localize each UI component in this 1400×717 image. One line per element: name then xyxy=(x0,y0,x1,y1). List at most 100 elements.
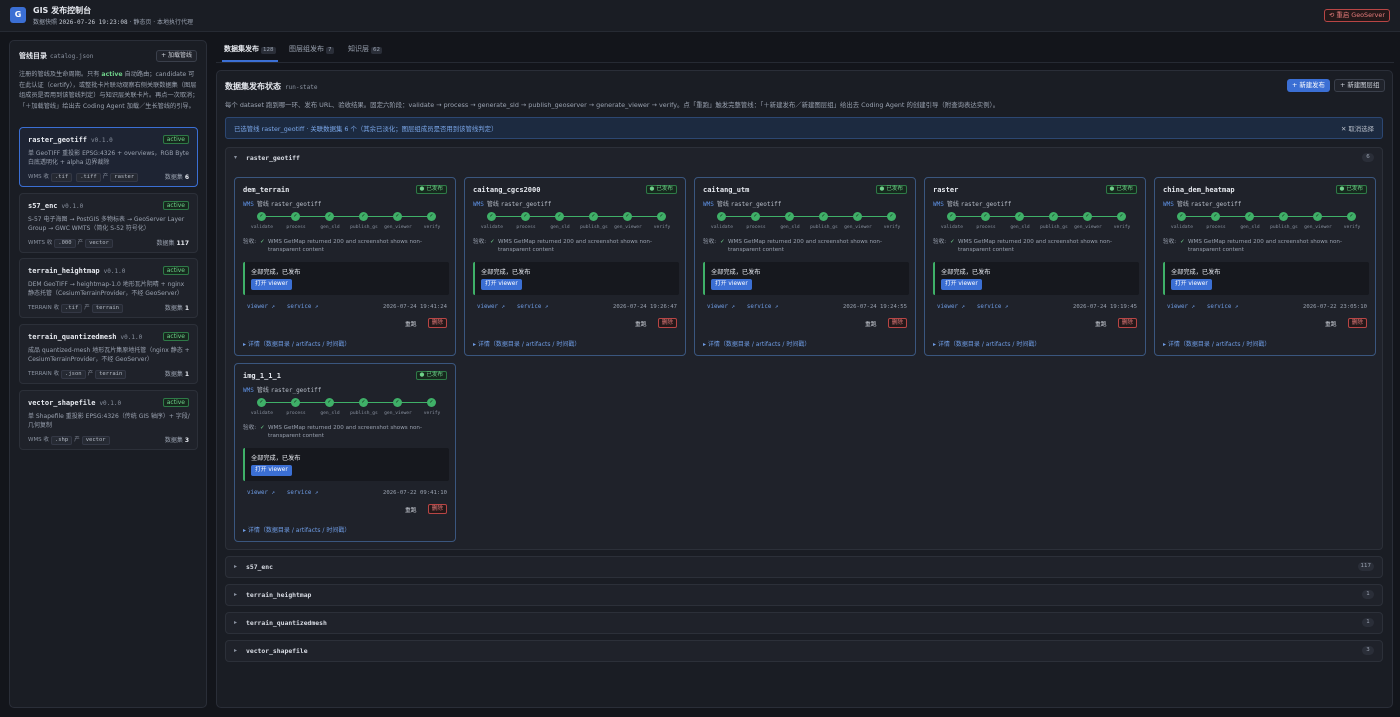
viewer-link[interactable]: viewer ↗ xyxy=(247,490,275,496)
service-link[interactable]: service ↗ xyxy=(287,490,318,496)
open-viewer-button[interactable]: 打开 viewer xyxy=(941,279,982,290)
dataset-status-badge: ● 已发布 xyxy=(875,185,907,194)
service-link[interactable]: service ↗ xyxy=(747,304,778,310)
group-raster_geotiff[interactable]: ▾ raster_geotiff 6 dem_terrain ● 已发布 WMS 管线 ra… xyxy=(225,147,1383,550)
stage-label: gen_sld xyxy=(1240,225,1260,230)
pipeline-version: v0.1.0 xyxy=(91,137,113,144)
delete-button[interactable]: 删除 xyxy=(427,504,447,514)
pipeline-card-terrain_heightmap[interactable]: terrain_heightmap v0.1.0 active DEM GeoTIFF… xyxy=(19,258,198,318)
pipeline-card-vector_shapefile[interactable]: vector_shapefile v0.1.0 active 单 Shapefile … xyxy=(19,390,198,450)
dataset-card-caitang_utm[interactable]: caitang_utm ● 已发布 WMS 管线 raster_geotiff ✓ val… xyxy=(694,177,916,356)
dataset-status-badge: ● 已发布 xyxy=(645,185,677,194)
details-toggle[interactable]: ▸ 详情（数据目录 / artifacts / 时间戳） xyxy=(1163,339,1270,348)
details-toggle[interactable]: ▸ 详情（数据目录 / artifacts / 时间戳） xyxy=(243,339,350,348)
viewer-link[interactable]: viewer ↗ xyxy=(707,304,735,310)
viewer-link[interactable]: viewer ↗ xyxy=(937,304,965,310)
main-subtitle: run-state xyxy=(285,84,318,91)
group-vector_shapefile[interactable]: ▸ vector_shapefile 3 xyxy=(225,640,1383,662)
dataset-card-dem_terrain[interactable]: dem_terrain ● 已发布 WMS 管线 raster_geotiff ✓ val… xyxy=(234,177,456,356)
dataset-links: viewer ↗ service ↗ xyxy=(1167,304,1250,310)
rerun-button[interactable]: 重跑 xyxy=(1095,319,1107,328)
tab-0[interactable]: 数据集发布 128 xyxy=(224,44,276,54)
check-icon: ✓ xyxy=(720,239,725,245)
group-terrain_quantizedmesh[interactable]: ▸ terrain_quantizedmesh 1 xyxy=(225,612,1383,634)
group-terrain_heightmap[interactable]: ▸ terrain_heightmap 1 xyxy=(225,584,1383,606)
sidebar-desc-active: active xyxy=(101,71,123,78)
service-link[interactable]: service ↗ xyxy=(287,304,318,310)
dataset-card-img_1_1_1[interactable]: img_1_1_1 ● 已发布 WMS 管线 raster_geotiff ✓ valid… xyxy=(234,363,456,542)
open-viewer-button[interactable]: 打开 viewer xyxy=(251,279,292,290)
caret-icon[interactable]: ▸ xyxy=(234,563,237,570)
new-publish-button[interactable]: + 新建发布 xyxy=(1287,79,1330,92)
pipeline-output-label: 产 xyxy=(77,240,84,246)
dataset-card-china_dem_heatmap[interactable]: china_dem_heatmap ● 已发布 WMS 管线 raster_geoti… xyxy=(1154,177,1376,356)
main-title-text: 数据集发布状态 xyxy=(225,82,281,91)
caret-icon[interactable]: ▸ xyxy=(234,619,237,626)
dataset-card-caitang_cgcs2000[interactable]: caitang_cgcs2000 ● 已发布 WMS 管线 raster_geotif… xyxy=(464,177,686,356)
pipeline-prefix: 管线 xyxy=(1176,201,1189,208)
group-name: raster_geotiff xyxy=(246,154,300,162)
viewer-link[interactable]: viewer ↗ xyxy=(247,304,275,310)
check-icon: ✓ xyxy=(1245,212,1254,221)
dataset-pipeline: WMS 管线 raster_geotiff xyxy=(933,199,1011,208)
details-toggle[interactable]: ▸ 详情（数据目录 / artifacts / 时间戳） xyxy=(933,339,1040,348)
check-icon: ✓ xyxy=(1347,212,1356,221)
dataset-count-label: 数据集 xyxy=(156,240,175,247)
open-viewer-button[interactable]: 打开 viewer xyxy=(711,279,752,290)
check-icon: ✓ xyxy=(359,398,368,407)
pipeline-version: v0.1.0 xyxy=(99,400,122,407)
group-count: 1 xyxy=(1362,618,1374,627)
pipeline-version: v0.1.0 xyxy=(120,334,143,341)
rerun-button[interactable]: 重跑 xyxy=(1325,319,1337,328)
viewer-link[interactable]: viewer ↗ xyxy=(1167,304,1195,310)
clear-selection-button[interactable]: ✕ 取消选择 xyxy=(1341,124,1374,133)
load-pipeline-button[interactable]: + 加载管线 xyxy=(156,50,197,62)
rerun-button[interactable]: 重跑 xyxy=(405,505,417,514)
details-toggle[interactable]: ▸ 详情（数据目录 / artifacts / 时间戳） xyxy=(473,339,580,348)
open-viewer-button[interactable]: 打开 viewer xyxy=(481,279,522,290)
new-layer-group-button[interactable]: + 新建图层组 xyxy=(1334,79,1386,92)
dataset-card-raster[interactable]: raster ● 已发布 WMS 管线 raster_geotiff ✓ validate… xyxy=(924,177,1146,356)
delete-button[interactable]: 删除 xyxy=(1347,318,1367,328)
open-viewer-button[interactable]: 打开 viewer xyxy=(1171,279,1212,290)
dataset-timestamp: 2026-07-24 19:26:47 xyxy=(613,304,677,310)
sidebar-title: 管线目录 xyxy=(19,52,47,60)
delete-button[interactable]: 删除 xyxy=(427,318,447,328)
delete-button[interactable]: 删除 xyxy=(1117,318,1137,328)
delete-button[interactable]: 删除 xyxy=(887,318,907,328)
service-link[interactable]: service ↗ xyxy=(1207,304,1238,310)
rerun-button[interactable]: 重跑 xyxy=(405,319,417,328)
dataset-name: china_dem_heatmap xyxy=(1163,186,1235,194)
open-viewer-button[interactable]: 打开 viewer xyxy=(251,465,292,476)
dataset-timestamp: 2026-07-24 19:19:45 xyxy=(1073,304,1137,310)
details-toggle[interactable]: ▸ 详情（数据目录 / artifacts / 时间戳） xyxy=(243,525,350,534)
viewer-link[interactable]: viewer ↗ xyxy=(477,304,505,310)
tab-2[interactable]: 知识层 62 xyxy=(348,44,382,54)
pipeline-output-label: 产 xyxy=(74,437,80,443)
rerun-button[interactable]: 重跑 xyxy=(865,319,877,328)
tab-divider xyxy=(216,62,1394,63)
service-link[interactable]: service ↗ xyxy=(977,304,1008,310)
pipeline-input-ext: .tif xyxy=(61,304,83,313)
pipeline-card-raster_geotiff[interactable]: raster_geotiff v0.1.0 active 单 GeoTIFF 重投影 … xyxy=(19,127,198,187)
stage-label: process xyxy=(286,411,306,416)
rerun-button[interactable]: 重跑 xyxy=(635,319,647,328)
caret-icon[interactable]: ▾ xyxy=(234,154,237,161)
dataset-count-label: 数据集 xyxy=(164,305,183,312)
tab-1[interactable]: 图层组发布 7 xyxy=(289,44,334,54)
group-s57_enc[interactable]: ▸ s57_enc 117 xyxy=(225,556,1383,578)
service-link[interactable]: service ↗ xyxy=(517,304,548,310)
caret-icon[interactable]: ▸ xyxy=(234,591,237,598)
stage-label: verify xyxy=(1343,225,1361,230)
details-toggle[interactable]: ▸ 详情（数据目录 / artifacts / 时间戳） xyxy=(703,339,810,348)
pipeline-card-s57_enc[interactable]: s57_enc v0.1.0 active S-57 电子海图 → PostGIS 多… xyxy=(19,193,198,253)
pipeline-card-terrain_quantizedmesh[interactable]: terrain_quantizedmesh v0.1.0 active 成品 quan… xyxy=(19,324,198,384)
done-text: 全部完成，已发布 xyxy=(711,269,761,276)
caret-icon[interactable]: ▸ xyxy=(234,647,237,654)
stage-label: gen_viewer xyxy=(1074,225,1102,230)
service-type: WMS xyxy=(243,201,254,208)
dataset-pipeline: WMS 管线 raster_geotiff xyxy=(243,199,321,208)
dataset-pipeline: WMS 管线 raster_geotiff xyxy=(703,199,781,208)
restart-geoserver-button[interactable]: ⟲ 重启 GeoServer xyxy=(1324,9,1390,22)
delete-button[interactable]: 删除 xyxy=(657,318,677,328)
